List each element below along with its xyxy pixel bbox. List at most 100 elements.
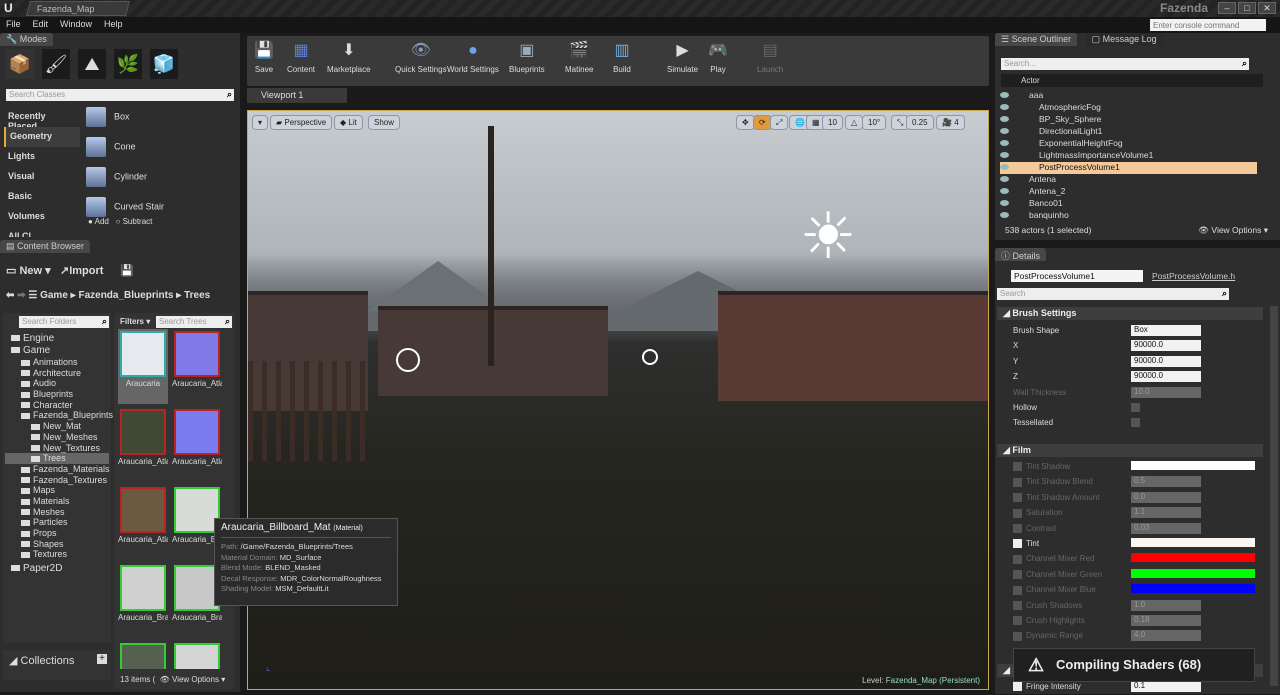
menu-window[interactable]: Window xyxy=(54,17,98,31)
view-options-button[interactable]: 👁 View Options ▾ xyxy=(160,675,226,684)
toolbar-marketplace-button[interactable]: ⬇ Marketplace xyxy=(327,40,371,74)
search-folders-input[interactable]: Search Folders ⌕ xyxy=(19,316,109,328)
asset-tile[interactable]: Araucaria_Atlas_Tex xyxy=(118,485,168,560)
folder-item[interactable]: Engine xyxy=(5,333,109,345)
import-button[interactable]: ↗Import xyxy=(60,264,103,277)
details-scrollbar[interactable] xyxy=(1270,306,1278,686)
rotation-snap-value[interactable]: 10° xyxy=(862,115,887,130)
collections-section[interactable]: ◢ Collections + xyxy=(3,650,111,680)
property-value[interactable]: 90000.0 xyxy=(1131,371,1201,383)
outliner-row[interactable]: banquinho xyxy=(1000,210,1257,222)
filters-button[interactable]: Filters ▾ xyxy=(120,317,150,326)
property-value[interactable]: 0.5 xyxy=(1131,476,1201,488)
close-button[interactable]: ✕ xyxy=(1258,2,1276,14)
folder-item[interactable]: Textures xyxy=(5,549,109,560)
rotation-snap-icon[interactable]: △ xyxy=(845,115,864,130)
console-command-input[interactable] xyxy=(1150,19,1266,31)
folder-item[interactable]: Materials xyxy=(5,496,109,507)
lit-button[interactable]: ◆ Lit xyxy=(334,115,363,130)
breadcrumb-trees[interactable]: Trees xyxy=(184,290,210,301)
brush-settings-section[interactable]: ◢ Brush Settings xyxy=(997,307,1263,320)
folder-item[interactable]: Trees xyxy=(5,453,109,464)
outliner-row[interactable]: Antena xyxy=(1000,174,1257,186)
asset-tile[interactable]: Araucaria_Atlas_Billboar xyxy=(118,407,168,482)
folder-item[interactable]: Blueprints xyxy=(5,389,109,400)
folder-item[interactable]: Animations xyxy=(5,357,109,368)
property-value[interactable]: 1.0 xyxy=(1131,599,1201,611)
color-swatch[interactable] xyxy=(1131,553,1255,563)
actor-gizmo-icon[interactable] xyxy=(396,348,420,372)
toolbar-launch-button[interactable]: ▤ Launch xyxy=(757,40,783,74)
asset-tile[interactable] xyxy=(172,641,222,669)
visibility-eye-icon[interactable] xyxy=(1000,104,1009,110)
folder-item[interactable]: Particles xyxy=(5,517,109,528)
folder-item[interactable]: New_Meshes xyxy=(5,432,109,443)
film-section[interactable]: ◢ Film xyxy=(997,444,1263,457)
scale-snap-value[interactable]: 0.25 xyxy=(906,115,934,130)
menu-help[interactable]: Help xyxy=(98,17,129,31)
asset-tile[interactable]: Araucaria_Atlas_Billboar xyxy=(172,329,222,404)
asset-tile[interactable]: Araucaria_Branches_2_ xyxy=(118,563,168,638)
landscape-mode-icon[interactable]: ⛰ xyxy=(78,49,106,79)
toolbar-build-button[interactable]: ▥ Build xyxy=(611,40,633,74)
details-tab[interactable]: ⓘ Details xyxy=(995,248,1047,261)
outliner-row[interactable]: BP_Sky_Sphere xyxy=(1000,114,1257,126)
new-button[interactable]: ▭ New ▾ xyxy=(6,264,51,277)
folder-item[interactable]: Fazenda_Blueprints xyxy=(5,410,113,421)
checkbox[interactable] xyxy=(1013,523,1022,533)
mode-category[interactable]: All Cl xyxy=(4,227,80,237)
perspective-button[interactable]: ▰ Perspective xyxy=(270,115,333,130)
outliner-search-input[interactable]: Search... ⌕ xyxy=(1001,58,1249,70)
color-swatch[interactable] xyxy=(1131,461,1255,470)
outliner-view-options-button[interactable]: 👁 View Options ▾ xyxy=(1198,225,1268,236)
checkbox[interactable] xyxy=(1013,539,1022,549)
folder-item[interactable]: Shapes xyxy=(5,539,109,550)
mode-category[interactable]: Volumes xyxy=(4,207,80,227)
mode-category[interactable]: Recently Placed xyxy=(4,107,80,131)
back-arrow-icon[interactable]: ⬅ xyxy=(6,290,14,301)
save-all-icon[interactable]: 💾 xyxy=(120,264,134,277)
toolbar-blueprints-button[interactable]: ▣ Blueprints xyxy=(509,40,545,74)
property-value[interactable]: 90000.0 xyxy=(1131,355,1201,367)
toolbar-quick-settings-button[interactable]: 👁 Quick Settings xyxy=(395,40,447,74)
outliner-row[interactable]: Antena_2 xyxy=(1000,186,1257,198)
color-swatch[interactable] xyxy=(1131,584,1255,594)
folder-item[interactable]: Paper2D xyxy=(5,563,109,575)
folder-item[interactable]: Game xyxy=(5,345,109,357)
search-assets-input[interactable]: Search Trees ⌕ xyxy=(156,316,232,328)
geometry-edit-mode-icon[interactable]: 🧊 xyxy=(150,49,178,79)
mode-category[interactable]: Visual xyxy=(4,167,80,187)
add-collection-icon[interactable]: + xyxy=(97,654,107,664)
toolbar-world-settings-button[interactable]: ● World Settings xyxy=(447,40,499,74)
asset-tile[interactable]: Araucaria xyxy=(118,329,168,404)
source-file-link[interactable]: PostProcessVolume.h xyxy=(1152,271,1235,281)
folder-item[interactable]: Character xyxy=(5,400,109,411)
toolbar-save-button[interactable]: 💾 Save xyxy=(253,40,275,74)
modes-tab[interactable]: 🔧 Modes xyxy=(0,33,53,46)
checkbox[interactable] xyxy=(1013,585,1022,595)
checkbox[interactable] xyxy=(1131,418,1140,428)
property-value[interactable]: 4.0 xyxy=(1131,630,1201,642)
outliner-row[interactable]: aaa xyxy=(1000,90,1257,102)
folder-item[interactable]: Fazenda_Materials xyxy=(5,464,110,475)
mode-category[interactable]: Basic xyxy=(4,187,80,207)
property-value[interactable]: 0.0 xyxy=(1131,491,1201,503)
property-value[interactable]: 10.0 xyxy=(1131,386,1201,398)
checkbox[interactable] xyxy=(1013,477,1022,487)
toolbar-content-button[interactable]: ▦ Content xyxy=(287,40,315,74)
details-search-input[interactable]: Search ⌕ xyxy=(997,288,1229,300)
outliner-row[interactable]: ExponentialHeightFog xyxy=(1000,138,1257,150)
outliner-row[interactable]: Banco01 xyxy=(1000,198,1257,210)
directional-light-icon[interactable]: ☀ xyxy=(768,191,888,281)
visibility-eye-icon[interactable] xyxy=(1000,128,1009,134)
geometry-item[interactable]: Cone xyxy=(86,137,226,165)
folder-item[interactable]: New_Mat xyxy=(5,421,109,432)
color-swatch[interactable] xyxy=(1131,568,1255,578)
add-subtract-toggle[interactable]: ● Add ○ Subtract xyxy=(88,217,152,226)
checkbox[interactable] xyxy=(1013,616,1022,626)
property-value[interactable]: 0.1 xyxy=(1131,681,1201,692)
forward-arrow-icon[interactable]: ➡ xyxy=(17,290,25,301)
rotate-tool-icon[interactable]: ⟳ xyxy=(753,115,772,130)
visibility-eye-icon[interactable] xyxy=(1000,92,1009,98)
visibility-eye-icon[interactable] xyxy=(1000,212,1009,218)
